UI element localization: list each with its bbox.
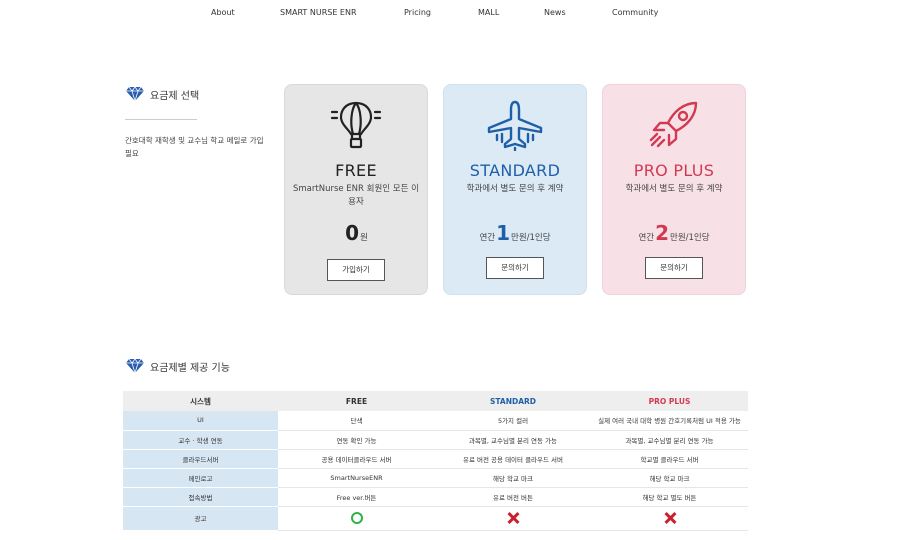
- table-header-row: 시스템 FREE STANDARD PRO PLUS: [123, 391, 748, 411]
- table-row: UI 단색 5가지 컬러 실제 여러 국내 대학 병원 간호기록처럼 UI 적용…: [123, 411, 748, 431]
- table-cell: 연동 확인 가능: [278, 430, 435, 450]
- header-pro-plus: PRO PLUS: [591, 391, 748, 411]
- nav-pricing[interactable]: Pricing: [404, 8, 431, 17]
- plan-card-pro-plus: PRO PLUS 학과에서 별도 문의 후 계약 연간 2 만원/1인당 문의하…: [602, 84, 746, 295]
- plan-name-pro-plus: PRO PLUS: [633, 161, 715, 180]
- table-cell: SmartNurseENR: [278, 468, 435, 488]
- nav-community[interactable]: Community: [612, 8, 658, 17]
- features-table: 시스템 FREE STANDARD PRO PLUS UI 단색 5가지 컬러 …: [123, 391, 748, 531]
- price-suffix: 만원/1인당: [511, 233, 551, 243]
- table-cell: 과목별, 교수님별 분리 연동 가능: [435, 430, 591, 450]
- nav-smart-nurse-enr[interactable]: SMART NURSE ENR: [280, 8, 357, 17]
- row-label: UI: [123, 411, 278, 431]
- table-row: 교수 · 학생 연동 연동 확인 가능 과목별, 교수님별 분리 연동 가능 과…: [123, 430, 748, 450]
- x-mark-icon: [507, 512, 519, 524]
- plan-card-standard: STANDARD 학과에서 별도 문의 후 계약 연간 1 만원/1인당 문의하…: [443, 84, 587, 295]
- features-section-heading: 요금제별 제공 기능: [125, 358, 230, 374]
- table-cell: 학교별 클라우드 서버: [591, 449, 748, 469]
- rocket-icon: [603, 99, 745, 151]
- plan-name-standard: STANDARD: [469, 161, 561, 180]
- nav-mall[interactable]: MALL: [478, 8, 499, 17]
- price-prefix: 연간: [638, 233, 655, 243]
- plan-section-description: 간호대학 재학생 및 교수님 학교 메일로 가입 필요: [125, 136, 264, 158]
- table-cell: 유료 버전 버튼: [435, 487, 591, 507]
- table-cell: 해당 학교 마크: [435, 468, 591, 488]
- row-label: 접속방법: [123, 487, 278, 507]
- table-cell: 실제 여러 국내 대학 병원 간호기록처럼 UI 적용 가능: [591, 411, 748, 431]
- plan-subtitle-pro-plus: 학과에서 별도 문의 후 계약: [625, 184, 723, 194]
- row-label: 교수 · 학생 연동: [123, 430, 278, 450]
- header-free: FREE: [278, 391, 435, 411]
- price-prefix: 연간: [479, 233, 496, 243]
- plan-card-free: FREE SmartNurse ENR 회원인 모든 이용자 0 원 가입하기: [284, 84, 428, 295]
- table-cell: 공용 데이터클라우드 서버: [278, 449, 435, 469]
- diamond-icon: [126, 86, 144, 102]
- row-label: 클라우드서버: [123, 449, 278, 469]
- header-standard: STANDARD: [435, 391, 591, 411]
- diamond-icon: [126, 358, 144, 374]
- table-cell: [591, 506, 748, 531]
- hot-air-balloon-icon: [285, 99, 427, 151]
- plan-section-heading: 요금제 선택: [125, 86, 199, 102]
- plan-price-free: 0 원: [285, 221, 427, 245]
- plan-section-title: 요금제 선택: [150, 90, 200, 102]
- table-row-ads: 광고: [123, 506, 748, 531]
- plan-price-standard: 연간 1 만원/1인당: [444, 221, 586, 245]
- inquiry-button-pro-plus[interactable]: 문의하기: [645, 257, 703, 279]
- table-cell: 과목별, 교수님별 분리 연동 가능: [591, 430, 748, 450]
- airplane-icon: [444, 99, 586, 151]
- nav-news[interactable]: News: [544, 8, 566, 17]
- price-number: 0: [345, 221, 360, 245]
- plan-price-pro-plus: 연간 2 만원/1인당: [603, 221, 745, 245]
- row-label: 메인로고: [123, 468, 278, 488]
- price-suffix: 원: [360, 233, 368, 243]
- plan-subtitle-free: SmartNurse ENR 회원인 모든 이용자: [293, 184, 419, 207]
- plan-subtitle-standard: 학과에서 별도 문의 후 계약: [466, 184, 564, 194]
- table-row: 접속방법 Free ver.버튼 유료 버전 버튼 해당 학교 별도 버튼: [123, 487, 748, 507]
- table-row: 메인로고 SmartNurseENR 해당 학교 마크 해당 학교 마크: [123, 468, 748, 488]
- row-label: 광고: [123, 506, 278, 531]
- circle-check-icon: [350, 512, 363, 524]
- table-cell: [278, 506, 435, 531]
- table-cell: [435, 506, 591, 531]
- table-cell: Free ver.버튼: [278, 487, 435, 507]
- price-suffix: 만원/1인당: [670, 233, 710, 243]
- table-cell: 유료 버전 공용 데이터 클라우드 서버: [435, 449, 591, 469]
- table-cell: 단색: [278, 411, 435, 431]
- price-number: 2: [655, 221, 669, 245]
- inquiry-button-standard[interactable]: 문의하기: [486, 257, 544, 279]
- table-row: 클라우드서버 공용 데이터클라우드 서버 유료 버전 공용 데이터 클라우드 서…: [123, 449, 748, 469]
- nav-about[interactable]: About: [211, 8, 235, 17]
- header-system: 시스템: [123, 391, 278, 411]
- table-cell: 5가지 컬러: [435, 411, 591, 431]
- plan-name-free: FREE: [335, 161, 377, 180]
- top-navigation: About SMART NURSE ENR Pricing MALL News …: [0, 0, 904, 28]
- table-cell: 해당 학교 별도 버튼: [591, 487, 748, 507]
- section-divider: [125, 119, 197, 120]
- table-cell: 해당 학교 마크: [591, 468, 748, 488]
- x-mark-icon: [664, 512, 676, 524]
- signup-button[interactable]: 가입하기: [327, 259, 385, 281]
- price-number: 1: [496, 221, 510, 245]
- features-section-title: 요금제별 제공 기능: [150, 362, 230, 374]
